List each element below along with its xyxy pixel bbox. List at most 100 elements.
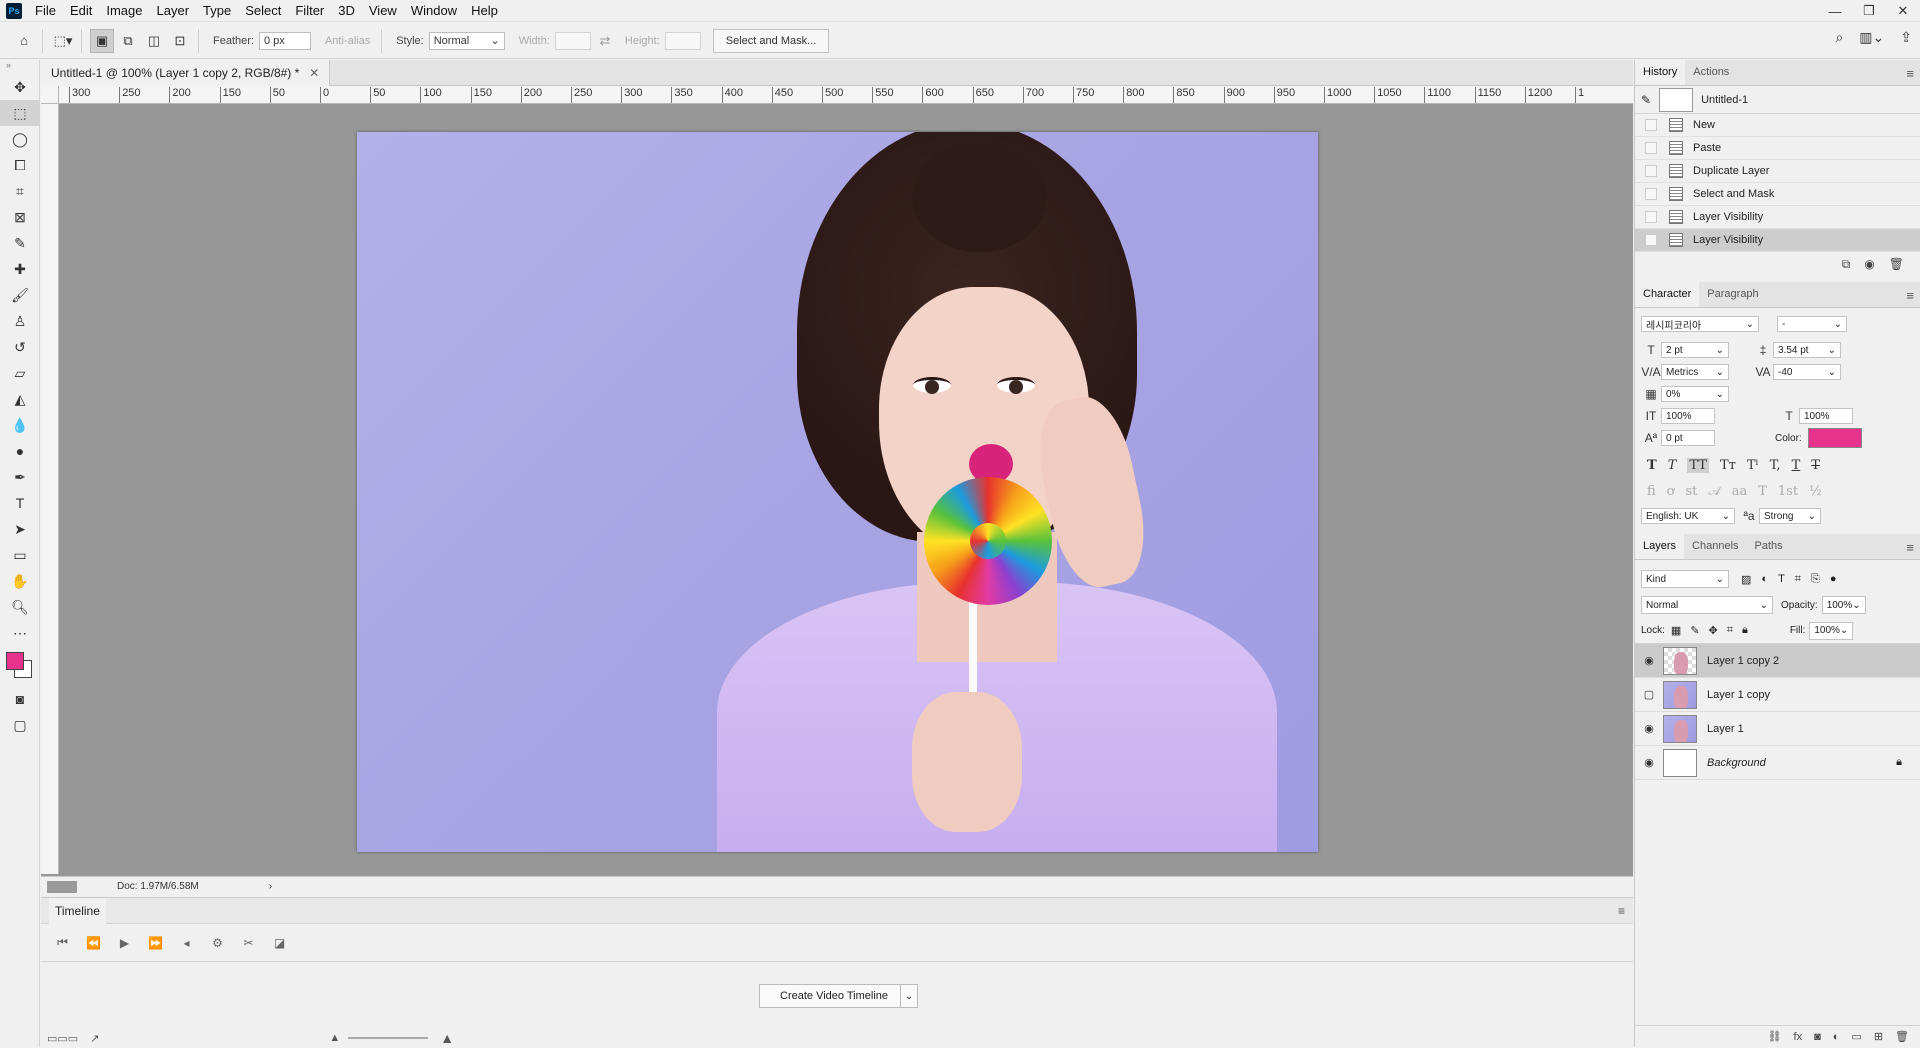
type-tool-icon[interactable]: T xyxy=(0,490,40,516)
play-icon[interactable]: ▶ xyxy=(109,936,140,950)
foreground-color-swatch[interactable] xyxy=(6,652,24,670)
link-icon[interactable]: ⛓ xyxy=(1768,1030,1782,1043)
menu-image[interactable]: Image xyxy=(99,0,149,22)
camera-icon[interactable]: ◉ xyxy=(1864,257,1874,271)
close-button[interactable]: ✕ xyxy=(1886,0,1920,22)
pen-tool-icon[interactable]: ✒ xyxy=(0,464,40,490)
marquee-tool-icon[interactable]: ⬚ xyxy=(0,100,40,126)
collapse-icon[interactable]: » xyxy=(0,60,39,74)
new-document-from-state-icon[interactable]: ⧉ xyxy=(1842,257,1851,272)
history-source-checkbox[interactable] xyxy=(1645,188,1657,200)
kerning-select[interactable]: Metrics ⌄ xyxy=(1661,364,1729,380)
menu-file[interactable]: File xyxy=(28,0,63,22)
workspace-icon[interactable]: ▥⌄ xyxy=(1859,29,1884,46)
panel-menu-icon[interactable]: ≡ xyxy=(1906,288,1914,303)
chevron-down-icon[interactable]: ⌄ xyxy=(900,984,918,1008)
tab-character[interactable]: Character xyxy=(1635,281,1700,307)
horizontal-scale-input[interactable]: 100% xyxy=(1799,408,1853,424)
opacity-input[interactable]: 100% ⌄ xyxy=(1821,596,1866,614)
menu-select[interactable]: Select xyxy=(238,0,288,22)
language-select[interactable]: English: UK ⌄ xyxy=(1641,508,1735,524)
blend-mode-select[interactable]: Normal ⌄ xyxy=(1641,596,1773,614)
feather-input[interactable]: 0 px xyxy=(258,31,311,50)
style-select[interactable]: Normal ⌄ xyxy=(428,31,505,50)
discretionary-icon[interactable]: st xyxy=(1686,484,1698,499)
menu-window[interactable]: Window xyxy=(404,0,464,22)
eyedropper-tool-icon[interactable]: ✎ xyxy=(0,230,40,256)
lock-image-icon[interactable]: ✎ xyxy=(1690,624,1699,637)
superscript-icon[interactable]: Tˡ xyxy=(1747,458,1759,473)
marquee-preset-icon[interactable]: ⬚▾ xyxy=(51,29,75,53)
history-source-checkbox[interactable] xyxy=(1645,234,1657,246)
subtract-selection-icon[interactable]: ◫ xyxy=(142,29,166,53)
faux-bold-icon[interactable]: T xyxy=(1647,458,1657,473)
menu-type[interactable]: Type xyxy=(196,0,238,22)
stamp-tool-icon[interactable]: ♙ xyxy=(0,308,40,334)
brush-tool-icon[interactable]: 🖌 xyxy=(0,282,40,308)
history-brush-tool-icon[interactable]: ↺ xyxy=(0,334,40,360)
layer-row[interactable]: ◉ Layer 1 xyxy=(1635,712,1920,746)
menu-3d[interactable]: 3D xyxy=(331,0,362,22)
height-input[interactable] xyxy=(664,31,701,50)
tab-channels[interactable]: Channels xyxy=(1684,533,1746,559)
titling-icon[interactable]: T xyxy=(1758,484,1767,499)
history-brush-source-icon[interactable]: ✎ xyxy=(1641,93,1651,107)
ruler-origin[interactable] xyxy=(41,86,59,104)
move-tool-icon[interactable]: ✥ xyxy=(0,74,40,100)
fill-input[interactable]: 100% ⌄ xyxy=(1809,621,1854,640)
subscript-icon[interactable]: T, xyxy=(1770,458,1781,473)
new-selection-icon[interactable]: ▣ xyxy=(90,28,114,53)
mask-icon[interactable]: ◙ xyxy=(1814,1031,1821,1043)
close-icon[interactable]: ✕ xyxy=(309,66,319,80)
history-item-selected[interactable]: Layer Visibility xyxy=(1635,229,1920,252)
history-source-checkbox[interactable] xyxy=(1645,211,1657,223)
restore-button[interactable]: ❐ xyxy=(1852,0,1886,22)
history-item[interactable]: Layer Visibility xyxy=(1635,206,1920,229)
audio-icon[interactable]: ◂ xyxy=(171,936,202,950)
antialias-select[interactable]: Strong ⌄ xyxy=(1759,508,1821,524)
font-family-select[interactable]: 레시피코리아 ⌄ xyxy=(1641,316,1759,332)
stylistic-icon[interactable]: aa xyxy=(1732,484,1748,499)
history-source-checkbox[interactable] xyxy=(1645,119,1657,131)
timeline-tab[interactable]: Timeline xyxy=(49,897,106,924)
panel-menu-icon[interactable]: ≡ xyxy=(1618,904,1625,918)
create-video-timeline-button[interactable]: Create Video Timeline ⌄ xyxy=(759,984,918,1008)
color-swatches[interactable] xyxy=(0,646,40,686)
prev-frame-icon[interactable]: ⏪ xyxy=(78,936,109,950)
panel-menu-icon[interactable]: ≡ xyxy=(1906,66,1914,81)
new-layer-icon[interactable]: ⊞ xyxy=(1874,1030,1883,1043)
tab-actions[interactable]: Actions xyxy=(1685,59,1737,85)
folder-icon[interactable]: ▭ xyxy=(1851,1030,1861,1043)
lasso-tool-icon[interactable]: ◯ xyxy=(0,126,40,152)
adjustment-filter-icon[interactable]: ◐ xyxy=(1761,573,1768,586)
paint-bucket-tool-icon[interactable]: ◭ xyxy=(0,386,40,412)
all-caps-icon[interactable]: TT xyxy=(1687,457,1709,473)
adjustment-icon[interactable]: ◐ xyxy=(1833,1031,1840,1043)
menu-view[interactable]: View xyxy=(362,0,404,22)
path-select-tool-icon[interactable]: ➤ xyxy=(0,516,40,542)
select-and-mask-button[interactable]: Select and Mask... xyxy=(712,28,830,53)
layer-filter-select[interactable]: Kind ⌄ xyxy=(1641,570,1729,588)
menu-layer[interactable]: Layer xyxy=(150,0,197,22)
menu-edit[interactable]: Edit xyxy=(63,0,99,22)
vertical-ruler[interactable] xyxy=(41,104,59,874)
history-item[interactable]: Paste xyxy=(1635,137,1920,160)
canvas-image[interactable] xyxy=(357,132,1318,852)
swap-dimensions-icon[interactable]: ⇄ xyxy=(593,29,617,53)
eye-icon[interactable]: ◉ xyxy=(1635,756,1663,769)
history-item[interactable]: Select and Mask xyxy=(1635,183,1920,206)
type-filter-icon[interactable]: T xyxy=(1778,573,1785,586)
eye-icon[interactable]: ◉ xyxy=(1635,654,1663,667)
minimize-button[interactable]: — xyxy=(1818,0,1852,22)
small-caps-icon[interactable]: Tт xyxy=(1720,458,1736,473)
zoom-tool-icon[interactable]: 🔍︎ xyxy=(0,594,40,620)
filter-toggle-icon[interactable]: ● xyxy=(1830,573,1837,586)
tracking-input[interactable]: -40 ⌄ xyxy=(1773,364,1841,380)
home-icon[interactable]: ⌂ xyxy=(12,29,36,53)
alternates-icon[interactable]: ơ xyxy=(1667,484,1675,499)
eraser-tool-icon[interactable]: ▱ xyxy=(0,360,40,386)
horizontal-ruler[interactable]: 300 250 200 150 50 0 50 100 150 200 250 300 350 400 45… xyxy=(59,86,1633,104)
first-frame-icon[interactable]: ⏮ xyxy=(47,935,78,950)
ordinal-icon[interactable]: 1st xyxy=(1778,484,1798,499)
tsume-select[interactable]: 0% ⌄ xyxy=(1661,386,1729,402)
